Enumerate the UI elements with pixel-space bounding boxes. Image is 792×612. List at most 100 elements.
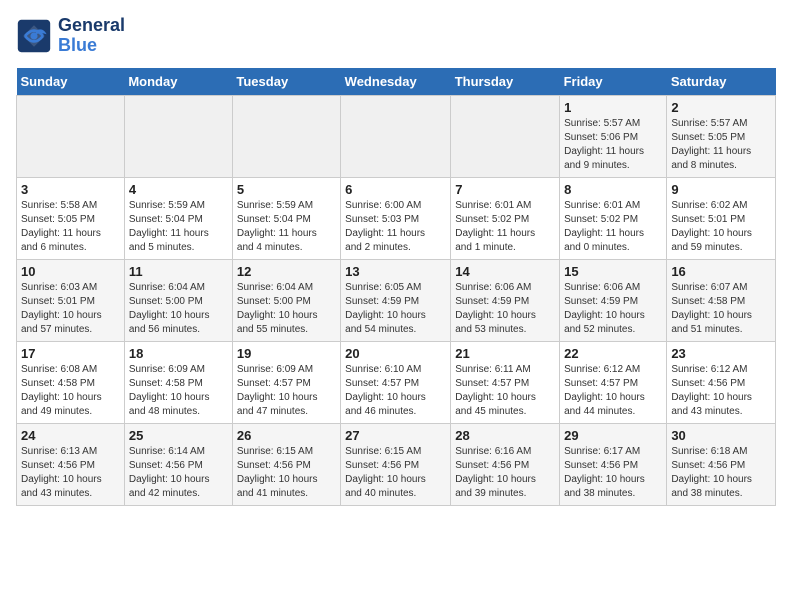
day-info: Sunrise: 6:17 AM Sunset: 4:56 PM Dayligh… xyxy=(564,445,662,501)
day-info: Sunrise: 6:02 AM Sunset: 5:01 PM Dayligh… xyxy=(671,199,771,255)
calendar-cell: 9 Sunrise: 6:02 AM Sunset: 5:01 PM Daylig… xyxy=(667,177,776,259)
calendar-cell: 28 Sunrise: 6:16 AM Sunset: 4:56 PM Dayli… xyxy=(451,423,560,505)
calendar-cell: 7 Sunrise: 6:01 AM Sunset: 5:02 PM Daylig… xyxy=(451,177,560,259)
calendar-cell: 19 Sunrise: 6:09 AM Sunset: 4:57 PM Dayli… xyxy=(232,341,340,423)
calendar-cell xyxy=(341,95,451,177)
day-number: 27 xyxy=(345,428,446,443)
calendar-cell: 1 Sunrise: 5:57 AM Sunset: 5:06 PM Daylig… xyxy=(560,95,667,177)
logo-text: General Blue xyxy=(58,16,125,56)
calendar-cell: 17 Sunrise: 6:08 AM Sunset: 4:58 PM Dayli… xyxy=(17,341,125,423)
calendar-cell: 12Sunrise: 6:04 AM Sunset: 5:00 PM Dayli… xyxy=(232,259,340,341)
calendar-cell: 6 Sunrise: 6:00 AM Sunset: 5:03 PM Daylig… xyxy=(341,177,451,259)
day-number: 17 xyxy=(21,346,120,361)
calendar-cell: 3 Sunrise: 5:58 AM Sunset: 5:05 PM Daylig… xyxy=(17,177,125,259)
calendar-cell: 4 Sunrise: 5:59 AM Sunset: 5:04 PM Daylig… xyxy=(124,177,232,259)
day-info: Sunrise: 6:16 AM Sunset: 4:56 PM Dayligh… xyxy=(455,445,555,501)
day-number: 11 xyxy=(129,264,228,279)
day-info: Sunrise: 5:59 AM Sunset: 5:04 PM Dayligh… xyxy=(237,199,336,255)
calendar-cell: 21 Sunrise: 6:11 AM Sunset: 4:57 PM Dayli… xyxy=(451,341,560,423)
day-number: 5 xyxy=(237,182,336,197)
day-number: 14 xyxy=(455,264,555,279)
calendar-cell: 26 Sunrise: 6:15 AM Sunset: 4:56 PM Dayli… xyxy=(232,423,340,505)
weekday-header-friday: Friday xyxy=(560,68,667,96)
day-info: Sunrise: 6:04 AM Sunset: 5:00 PM Dayligh… xyxy=(129,281,228,337)
weekday-header-saturday: Saturday xyxy=(667,68,776,96)
day-info: Sunrise: 5:58 AM Sunset: 5:05 PM Dayligh… xyxy=(21,199,120,255)
day-info: Sunrise: 6:15 AM Sunset: 4:56 PM Dayligh… xyxy=(237,445,336,501)
day-info: Sunrise: 6:10 AM Sunset: 4:57 PM Dayligh… xyxy=(345,363,446,419)
day-number: 20 xyxy=(345,346,446,361)
day-number: 28 xyxy=(455,428,555,443)
day-info: Sunrise: 6:09 AM Sunset: 4:57 PM Dayligh… xyxy=(237,363,336,419)
calendar-cell: 11 Sunrise: 6:04 AM Sunset: 5:00 PM Dayli… xyxy=(124,259,232,341)
day-number: 15 xyxy=(564,264,662,279)
weekday-header-sunday: Sunday xyxy=(17,68,125,96)
calendar-cell xyxy=(232,95,340,177)
day-number: 22 xyxy=(564,346,662,361)
calendar-table: SundayMondayTuesdayWednesdayThursdayFrid… xyxy=(16,68,776,506)
calendar-cell: 20 Sunrise: 6:10 AM Sunset: 4:57 PM Dayli… xyxy=(341,341,451,423)
day-info: Sunrise: 6:03 AM Sunset: 5:01 PM Dayligh… xyxy=(21,281,120,337)
day-info: Sunrise: 6:04 AM Sunset: 5:00 PM Dayligh… xyxy=(237,281,336,337)
day-number: 21 xyxy=(455,346,555,361)
day-info: Sunrise: 5:57 AM Sunset: 5:06 PM Dayligh… xyxy=(564,117,662,173)
day-number: 23 xyxy=(671,346,771,361)
day-number: 1 xyxy=(564,100,662,115)
day-number: 6 xyxy=(345,182,446,197)
calendar-cell: 29Sunrise: 6:17 AM Sunset: 4:56 PM Dayli… xyxy=(560,423,667,505)
day-info: Sunrise: 6:05 AM Sunset: 4:59 PM Dayligh… xyxy=(345,281,446,337)
calendar-cell: 5 Sunrise: 5:59 AM Sunset: 5:04 PM Daylig… xyxy=(232,177,340,259)
day-info: Sunrise: 6:01 AM Sunset: 5:02 PM Dayligh… xyxy=(564,199,662,255)
day-number: 24 xyxy=(21,428,120,443)
day-info: Sunrise: 6:12 AM Sunset: 4:57 PM Dayligh… xyxy=(564,363,662,419)
day-number: 30 xyxy=(671,428,771,443)
day-info: Sunrise: 6:08 AM Sunset: 4:58 PM Dayligh… xyxy=(21,363,120,419)
logo-icon xyxy=(16,18,52,54)
weekday-header-thursday: Thursday xyxy=(451,68,560,96)
calendar-cell: 15 Sunrise: 6:06 AM Sunset: 4:59 PM Dayli… xyxy=(560,259,667,341)
day-info: Sunrise: 6:11 AM Sunset: 4:57 PM Dayligh… xyxy=(455,363,555,419)
calendar-cell: 23 Sunrise: 6:12 AM Sunset: 4:56 PM Dayli… xyxy=(667,341,776,423)
day-number: 8 xyxy=(564,182,662,197)
calendar-cell: 10 Sunrise: 6:03 AM Sunset: 5:01 PM Dayli… xyxy=(17,259,125,341)
day-info: Sunrise: 5:59 AM Sunset: 5:04 PM Dayligh… xyxy=(129,199,228,255)
calendar-cell: 22 Sunrise: 6:12 AM Sunset: 4:57 PM Dayli… xyxy=(560,341,667,423)
day-info: Sunrise: 6:00 AM Sunset: 5:03 PM Dayligh… xyxy=(345,199,446,255)
day-number: 2 xyxy=(671,100,771,115)
day-number: 13 xyxy=(345,264,446,279)
calendar-cell xyxy=(451,95,560,177)
day-info: Sunrise: 6:01 AM Sunset: 5:02 PM Dayligh… xyxy=(455,199,555,255)
day-info: Sunrise: 6:13 AM Sunset: 4:56 PM Dayligh… xyxy=(21,445,120,501)
day-number: 10 xyxy=(21,264,120,279)
page-header: General Blue xyxy=(16,16,776,56)
calendar-cell: 14 Sunrise: 6:06 AM Sunset: 4:59 PM Dayli… xyxy=(451,259,560,341)
weekday-header-tuesday: Tuesday xyxy=(232,68,340,96)
calendar-cell: 25 Sunrise: 6:14 AM Sunset: 4:56 PM Dayli… xyxy=(124,423,232,505)
calendar-cell: 8 Sunrise: 6:01 AM Sunset: 5:02 PM Daylig… xyxy=(560,177,667,259)
day-info: Sunrise: 6:18 AM Sunset: 4:56 PM Dayligh… xyxy=(671,445,771,501)
day-number: 7 xyxy=(455,182,555,197)
day-number: 9 xyxy=(671,182,771,197)
day-number: 3 xyxy=(21,182,120,197)
day-number: 19 xyxy=(237,346,336,361)
day-info: Sunrise: 6:06 AM Sunset: 4:59 PM Dayligh… xyxy=(455,281,555,337)
calendar-cell xyxy=(17,95,125,177)
calendar-cell: 2 Sunrise: 5:57 AM Sunset: 5:05 PM Daylig… xyxy=(667,95,776,177)
day-info: Sunrise: 6:14 AM Sunset: 4:56 PM Dayligh… xyxy=(129,445,228,501)
calendar-cell: 18Sunrise: 6:09 AM Sunset: 4:58 PM Dayli… xyxy=(124,341,232,423)
day-number: 4 xyxy=(129,182,228,197)
day-info: Sunrise: 6:12 AM Sunset: 4:56 PM Dayligh… xyxy=(671,363,771,419)
day-info: Sunrise: 6:09 AM Sunset: 4:58 PM Dayligh… xyxy=(129,363,228,419)
calendar-cell: 27 Sunrise: 6:15 AM Sunset: 4:56 PM Dayli… xyxy=(341,423,451,505)
calendar-cell: 13 Sunrise: 6:05 AM Sunset: 4:59 PM Dayli… xyxy=(341,259,451,341)
day-info: Sunrise: 6:15 AM Sunset: 4:56 PM Dayligh… xyxy=(345,445,446,501)
day-number: 25 xyxy=(129,428,228,443)
day-number: 26 xyxy=(237,428,336,443)
calendar-cell: 16Sunrise: 6:07 AM Sunset: 4:58 PM Dayli… xyxy=(667,259,776,341)
day-info: Sunrise: 6:06 AM Sunset: 4:59 PM Dayligh… xyxy=(564,281,662,337)
calendar-cell: 30 Sunrise: 6:18 AM Sunset: 4:56 PM Dayli… xyxy=(667,423,776,505)
day-number: 16 xyxy=(671,264,771,279)
day-info: Sunrise: 5:57 AM Sunset: 5:05 PM Dayligh… xyxy=(671,117,771,173)
weekday-header-monday: Monday xyxy=(124,68,232,96)
logo: General Blue xyxy=(16,16,125,56)
